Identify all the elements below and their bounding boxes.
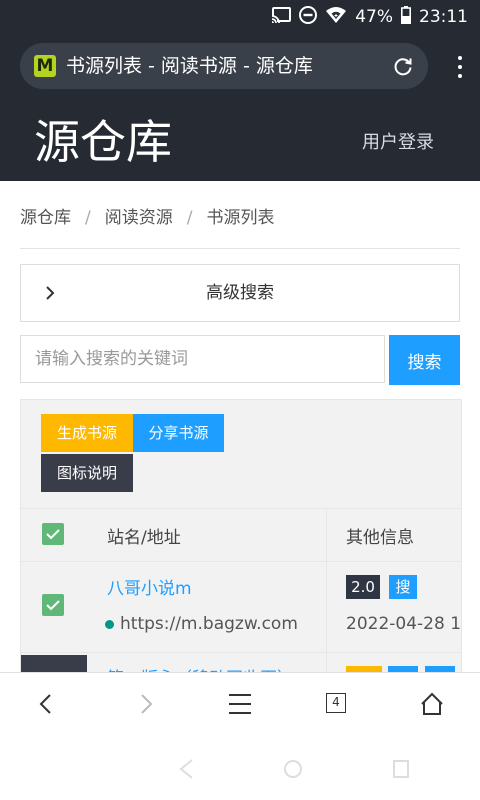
battery-icon <box>401 5 411 29</box>
breadcrumb-item-resources[interactable]: 阅读资源 <box>105 208 173 228</box>
status-dot-icon <box>105 619 114 629</box>
row-checkbox[interactable] <box>42 594 64 616</box>
breadcrumb-item-home[interactable]: 源仓库 <box>20 208 71 228</box>
share-source-button[interactable]: 分享书源 <box>133 414 224 452</box>
more-menu-icon[interactable] <box>458 56 462 78</box>
system-nav-bar <box>0 735 480 800</box>
home-button[interactable] <box>402 673 462 735</box>
breadcrumb-item-current: 书源列表 <box>206 208 275 228</box>
browser-bottom-nav: 4 <box>0 672 480 735</box>
system-back-button[interactable] <box>162 735 212 800</box>
login-link[interactable]: 用户登录 <box>362 128 434 154</box>
menu-button[interactable] <box>210 673 270 735</box>
version-badge: 2.0 <box>346 575 380 599</box>
table-header: 站名/地址 其他信息 <box>21 508 461 562</box>
divider <box>20 248 460 249</box>
site-logo-icon: M <box>34 55 56 77</box>
source-url: https://m.bagzw.com <box>105 614 298 634</box>
icon-legend-button[interactable]: 图标说明 <box>41 454 133 492</box>
cast-icon <box>271 6 292 28</box>
tab-count-icon: 4 <box>326 693 346 713</box>
breadcrumb-separator: / <box>85 208 91 228</box>
column-header-info: 其他信息 <box>346 528 414 548</box>
wifi-icon <box>325 6 347 29</box>
results-panel: 生成书源 分享书源 图标说明 站名/地址 其他信息 八哥小说m https://… <box>20 399 462 681</box>
address-bar[interactable]: M 书源列表 - 阅读书源 - 源仓库 <box>20 43 428 89</box>
site-brand[interactable]: 源仓库 <box>34 116 172 168</box>
breadcrumb-separator: / <box>186 208 193 228</box>
select-all-checkbox[interactable] <box>42 523 64 545</box>
do-not-disturb-icon <box>299 5 318 29</box>
system-back-icon <box>179 759 193 779</box>
system-home-icon <box>284 760 302 778</box>
updated-date: 2022-04-28 15 <box>346 614 462 634</box>
column-header-site: 站名/地址 <box>107 528 181 548</box>
back-button[interactable] <box>16 673 76 735</box>
generate-source-button[interactable]: 生成书源 <box>41 414 133 452</box>
battery-percent: 47% <box>355 7 393 27</box>
system-recents-button[interactable] <box>376 735 426 800</box>
advanced-search-label: 高级搜索 <box>206 283 274 303</box>
browser-toolbar: M 书源列表 - 阅读书源 - 源仓库 <box>0 34 480 98</box>
hamburger-icon <box>229 694 251 714</box>
source-name-link[interactable]: 八哥小说m <box>107 574 192 599</box>
table-row: 八哥小说m https://m.bagzw.com 2.0 搜 2022-04-… <box>21 560 461 653</box>
clock: 23:11 <box>419 7 468 27</box>
breadcrumb: 源仓库 / 阅读资源 / 书源列表 <box>20 203 274 228</box>
home-icon <box>421 692 443 715</box>
system-home-button[interactable] <box>268 735 318 800</box>
back-arrow-icon <box>39 694 51 714</box>
forward-arrow-icon <box>141 694 153 714</box>
source-url-text: https://m.bagzw.com <box>120 614 298 634</box>
forward-button[interactable] <box>116 673 176 735</box>
advanced-search-toggle[interactable]: 高级搜索 <box>20 264 460 322</box>
status-bar: 47% 23:11 <box>0 0 480 34</box>
page-title[interactable]: 书源列表 - 阅读书源 - 源仓库 <box>66 43 313 89</box>
site-header: 源仓库 用户登录 <box>0 98 480 181</box>
chevron-right-icon <box>43 285 57 300</box>
reload-icon[interactable] <box>392 55 414 77</box>
search-input[interactable] <box>20 335 385 383</box>
search-button[interactable]: 搜索 <box>389 335 460 385</box>
system-recents-icon <box>393 760 409 778</box>
search-tag-badge: 搜 <box>389 575 417 599</box>
tabs-button[interactable]: 4 <box>306 673 366 735</box>
